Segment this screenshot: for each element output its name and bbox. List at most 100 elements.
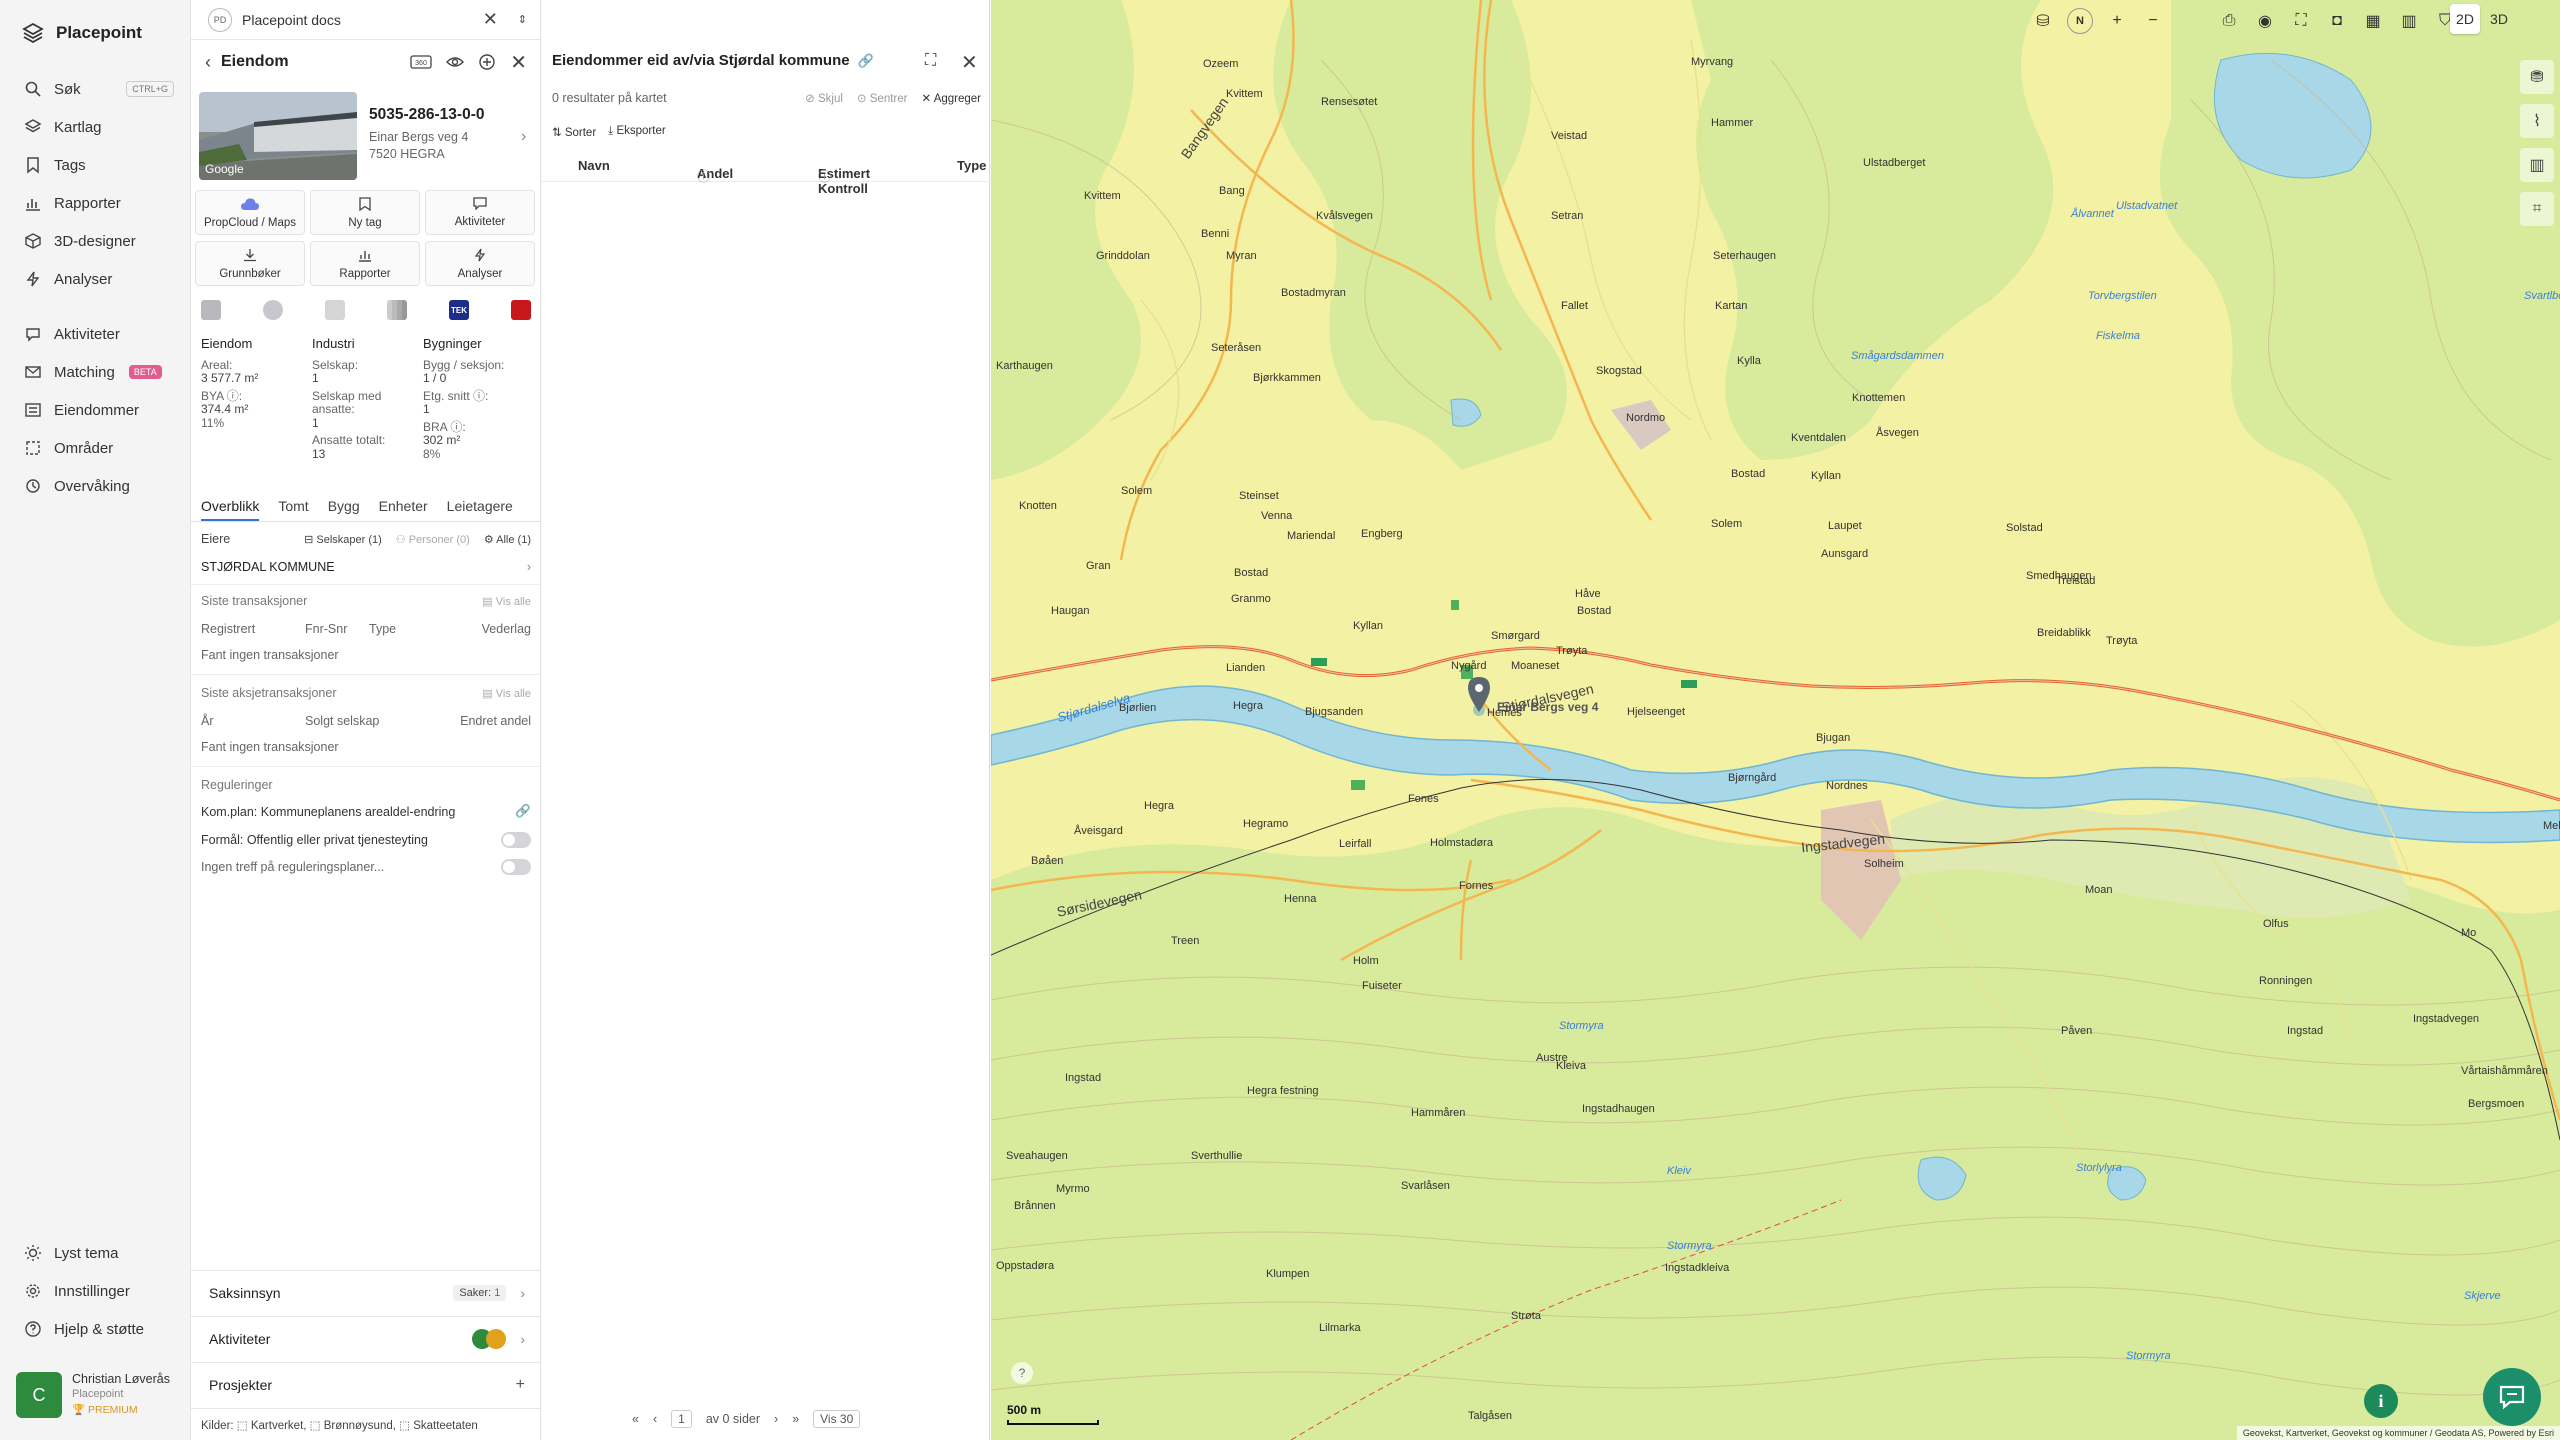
- close-icon[interactable]: ✕: [483, 9, 498, 30]
- street-view-photo[interactable]: Google: [199, 92, 357, 180]
- tek-logo[interactable]: TEK: [449, 300, 469, 320]
- nav-reports[interactable]: Rapporter: [24, 190, 174, 216]
- page-size-select[interactable]: Vis 30: [813, 1410, 861, 1428]
- hide-button[interactable]: ⊘ Skjul: [805, 91, 843, 105]
- filter-companies[interactable]: ⊟ Selskaper (1): [304, 533, 382, 546]
- activities-button[interactable]: Aktiviteter: [425, 190, 535, 235]
- place-label: Påven: [2061, 1025, 2093, 1037]
- source-logo[interactable]: [511, 300, 531, 320]
- chat-button[interactable]: [2483, 1368, 2541, 1426]
- workspace-tab[interactable]: PD Placepoint docs ✕ ⇕: [191, 0, 541, 40]
- propcloud-button[interactable]: PropCloud / Maps: [195, 190, 305, 235]
- tab-plot[interactable]: Tomt: [278, 498, 308, 521]
- bar-chart-icon[interactable]: ▥: [2520, 148, 2554, 182]
- projects-section[interactable]: Prosjekter +: [191, 1362, 541, 1406]
- first-page-icon[interactable]: «: [632, 1412, 639, 1426]
- place-label: Henna: [1284, 893, 1317, 905]
- place-label: Hegra: [1144, 800, 1174, 812]
- table-tools: ⇅ Sorter ⤓ Eksporter: [552, 125, 666, 139]
- land-registry-button[interactable]: Grunnbøker: [195, 241, 305, 286]
- nav-matching[interactable]: Matching BETA: [24, 359, 174, 385]
- zoom-out-icon[interactable]: −: [2141, 9, 2165, 33]
- activities-section[interactable]: Aktiviteter ›: [191, 1316, 541, 1360]
- brand[interactable]: Placepoint: [22, 22, 142, 44]
- print-icon[interactable]: ⎙: [2217, 9, 2241, 33]
- source-logo[interactable]: [263, 300, 283, 320]
- nav-map-layers[interactable]: Kartlag: [24, 114, 174, 140]
- chevron-right-icon[interactable]: ›: [521, 128, 526, 146]
- nav-areas[interactable]: Områder: [24, 435, 174, 461]
- layers-icon[interactable]: ⛃: [2520, 60, 2554, 94]
- close-icon[interactable]: ✕: [961, 50, 978, 75]
- camera-icon[interactable]: ◘: [2325, 9, 2349, 33]
- user-profile[interactable]: C Christian Løverås Placepoint 🏆 PREMIUM: [16, 1372, 184, 1418]
- owner-row[interactable]: STJØRDAL KOMMUNE ›: [201, 560, 531, 574]
- nav-activities[interactable]: Aktiviteter: [24, 321, 174, 347]
- analyses-button[interactable]: Analyser: [425, 241, 535, 286]
- nav-monitoring[interactable]: Overvåking: [24, 473, 174, 499]
- filter-all[interactable]: ⚙ Alle (1): [484, 533, 531, 546]
- library-icon[interactable]: ▥: [2397, 9, 2421, 33]
- filter-persons[interactable]: ⚇ Personer (0): [396, 533, 470, 546]
- center-button[interactable]: ⊙ Sentrer: [857, 91, 908, 105]
- mode-3d[interactable]: 3D: [2484, 4, 2514, 34]
- nav-tags[interactable]: Tags: [24, 152, 174, 178]
- nav-help[interactable]: Hjelp & støtte: [24, 1316, 174, 1342]
- close-icon[interactable]: ✕: [510, 50, 527, 75]
- export-button[interactable]: ⤓ Eksporter: [608, 125, 666, 139]
- layers-stack-icon[interactable]: ⛁: [2031, 9, 2055, 33]
- see-all-link[interactable]: ▤ Vis alle: [482, 687, 531, 700]
- grid-icon[interactable]: ▦: [2361, 9, 2385, 33]
- tab-overview[interactable]: Overblikk: [201, 498, 260, 521]
- tab-units[interactable]: Enheter: [379, 498, 428, 521]
- add-circle-icon[interactable]: [478, 53, 496, 71]
- nav-3d-designer[interactable]: 3D-designer: [24, 228, 174, 254]
- sort-button[interactable]: ⇅ Sorter: [552, 125, 596, 139]
- fullscreen-icon[interactable]: ⛶: [925, 52, 936, 70]
- see-all-link[interactable]: ▤ Vis alle: [482, 595, 531, 608]
- tab-tenants[interactable]: Leietagere: [447, 498, 513, 521]
- source-logo[interactable]: [201, 300, 221, 320]
- page-select[interactable]: 1: [671, 1410, 692, 1428]
- column-name[interactable]: Navn: [578, 158, 610, 173]
- nav-analyses[interactable]: Analyser: [24, 266, 174, 292]
- expand-icon[interactable]: ⇕: [518, 13, 527, 26]
- reports-button[interactable]: Rapporter: [310, 241, 420, 286]
- ar-icon[interactable]: 360: [410, 54, 432, 70]
- back-icon[interactable]: ‹: [205, 52, 211, 73]
- info-button[interactable]: i: [2364, 1384, 2398, 1418]
- map-view[interactable]: Bangvegen Stjørdalselva Ingstadvegen Sør…: [991, 0, 2560, 1440]
- pagination: « ‹ 1 av 0 sider › » Vis 30: [632, 1410, 861, 1428]
- source-logo[interactable]: [387, 300, 407, 320]
- next-page-icon[interactable]: ›: [774, 1412, 778, 1426]
- nav-light-theme[interactable]: Lyst tema: [24, 1240, 174, 1266]
- eye-icon[interactable]: ◉: [2253, 9, 2277, 33]
- regulation-toggle[interactable]: [501, 859, 531, 875]
- regulation-plan-row[interactable]: Kom.plan: Kommuneplanens arealdel-endrin…: [201, 804, 531, 819]
- mode-2d[interactable]: 2D: [2450, 4, 2480, 34]
- purpose-toggle[interactable]: [501, 832, 531, 848]
- last-page-icon[interactable]: »: [792, 1412, 799, 1426]
- zoom-in-icon[interactable]: +: [2105, 9, 2129, 33]
- aggregate-button[interactable]: ✕ Aggreger: [921, 91, 981, 105]
- help-icon[interactable]: ?: [1011, 1362, 1033, 1384]
- new-tag-button[interactable]: Ny tag: [310, 190, 420, 235]
- case-access-section[interactable]: Saksinnsyn Saker: 1 ›: [191, 1270, 541, 1314]
- nav-settings[interactable]: Innstillinger: [24, 1278, 174, 1304]
- link-icon[interactable]: 🔗: [515, 804, 531, 819]
- bar-chart-icon: [359, 250, 371, 262]
- crop-icon[interactable]: ⌗: [2520, 192, 2554, 226]
- eye-icon[interactable]: [446, 55, 465, 69]
- source-logo[interactable]: [325, 300, 345, 320]
- tab-buildings[interactable]: Bygg: [328, 498, 360, 521]
- map-canvas[interactable]: [991, 0, 2560, 1440]
- prev-page-icon[interactable]: ‹: [653, 1412, 657, 1426]
- nav-properties[interactable]: Eiendommer: [24, 397, 174, 423]
- fullscreen-icon[interactable]: ⛶: [2289, 9, 2313, 33]
- compass-icon[interactable]: N: [2067, 8, 2093, 34]
- column-type[interactable]: Type: [957, 158, 986, 173]
- add-icon[interactable]: +: [516, 1376, 525, 1394]
- nav-search[interactable]: Søk CTRL+G: [24, 76, 174, 102]
- graph-icon[interactable]: ⌇: [2520, 104, 2554, 138]
- link-icon[interactable]: 🔗: [858, 53, 874, 69]
